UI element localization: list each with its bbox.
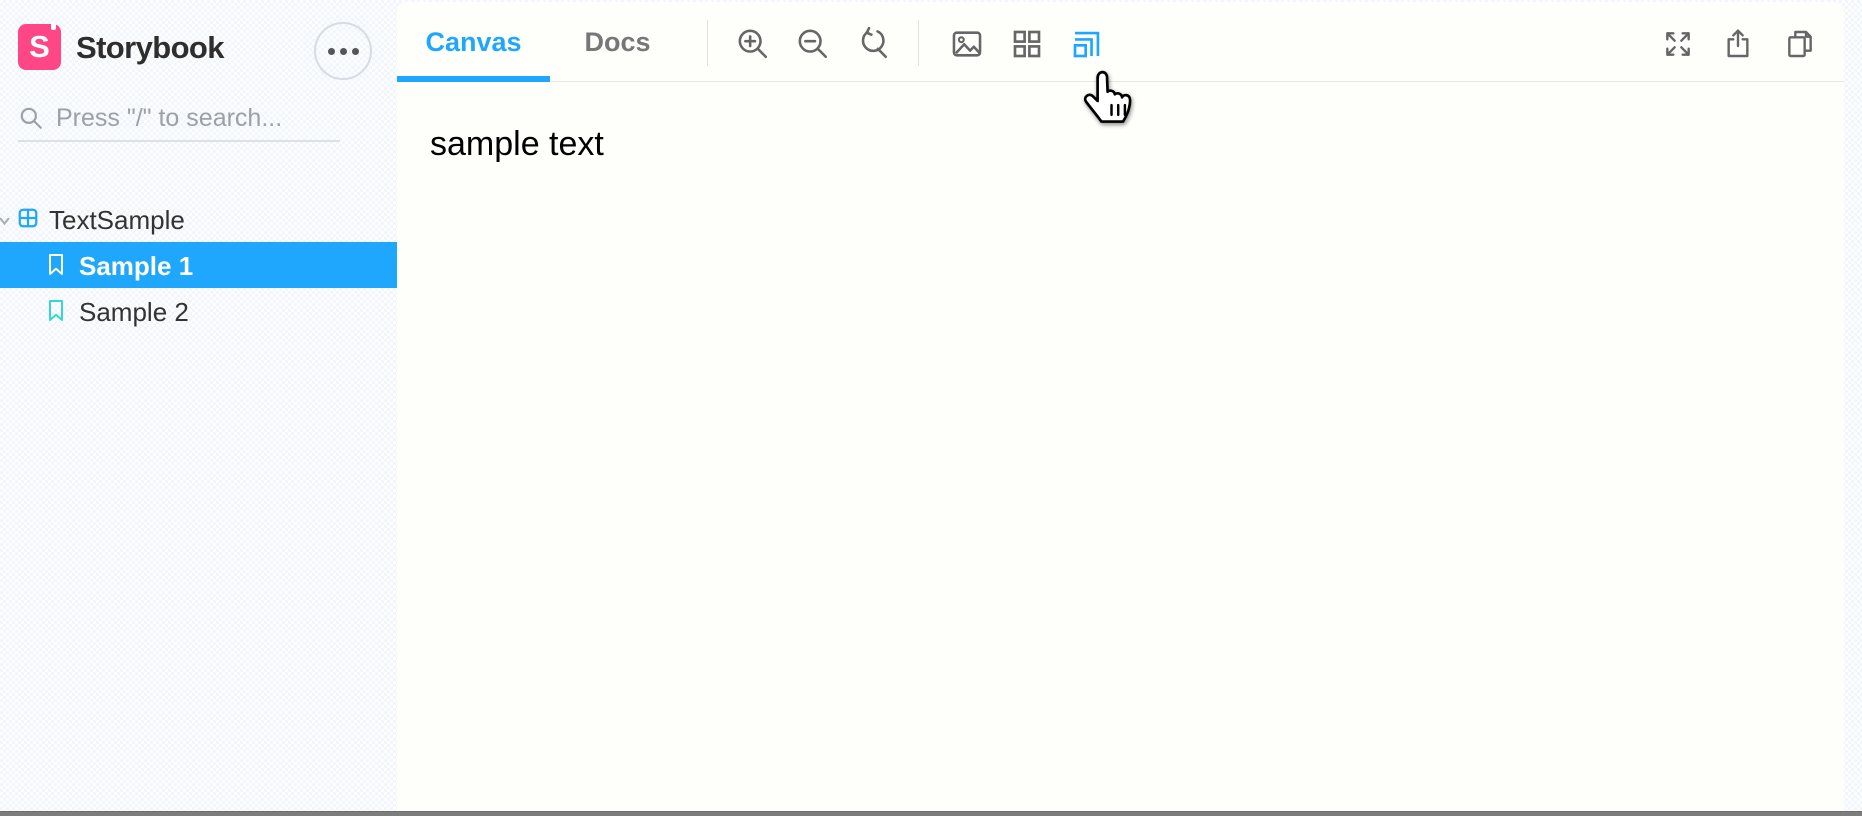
story-tree: TextSample Sample 1 Sample 2 bbox=[0, 196, 397, 334]
story-canvas: sample text bbox=[397, 83, 1844, 811]
backgrounds-button[interactable] bbox=[945, 22, 989, 66]
zoom-in-button[interactable] bbox=[731, 22, 775, 66]
zoom-reset-icon bbox=[861, 27, 888, 59]
zoom-out-button[interactable] bbox=[791, 22, 835, 66]
tree-item-label: TextSample bbox=[49, 205, 185, 235]
bookmark-icon bbox=[49, 254, 63, 275]
tree-item-sample-1[interactable]: Sample 1 bbox=[0, 242, 397, 288]
viewport-button[interactable] bbox=[1065, 22, 1109, 66]
search-icon bbox=[20, 107, 42, 129]
chevron-down-icon[interactable] bbox=[0, 213, 12, 228]
toolbar-divider bbox=[918, 20, 919, 66]
preview-toolbar: Canvas Docs bbox=[397, 2, 1844, 82]
tree-item-label: Sample 1 bbox=[79, 251, 194, 281]
search-input[interactable] bbox=[56, 103, 326, 133]
zoom-in-icon bbox=[738, 29, 768, 59]
zoom-out-icon bbox=[798, 29, 828, 59]
search-field[interactable] bbox=[18, 96, 340, 142]
image-icon bbox=[952, 31, 982, 57]
sidebar-header: S Storybook bbox=[18, 22, 387, 80]
share-export-icon bbox=[1727, 29, 1749, 58]
ellipsis-icon bbox=[327, 47, 335, 55]
expand-arrows-icon bbox=[1666, 32, 1690, 56]
component-grid-icon bbox=[18, 208, 38, 228]
tree-item-label: Sample 2 bbox=[79, 297, 189, 327]
story-rendered-text: sample text bbox=[430, 125, 604, 163]
copy-pages-icon bbox=[1788, 30, 1812, 58]
grow-viewport-icon bbox=[1073, 31, 1100, 58]
app-title: Storybook bbox=[76, 30, 224, 65]
ellipsis-icon bbox=[351, 47, 359, 55]
toolbar-divider bbox=[707, 20, 708, 66]
grid-icon bbox=[1013, 30, 1041, 58]
share-button[interactable] bbox=[1716, 22, 1760, 66]
copy-link-button[interactable] bbox=[1778, 22, 1822, 66]
ellipsis-icon bbox=[339, 47, 347, 55]
grid-toggle-button[interactable] bbox=[1005, 22, 1049, 66]
tab-docs[interactable]: Docs bbox=[550, 2, 685, 82]
storybook-logo-icon: S bbox=[18, 22, 61, 70]
fullscreen-button[interactable] bbox=[1656, 22, 1700, 66]
bookmark-icon bbox=[49, 300, 63, 321]
tree-item-textsample[interactable]: TextSample bbox=[0, 196, 397, 242]
tree-item-sample-2[interactable]: Sample 2 bbox=[0, 288, 397, 334]
sidebar: S Storybook TextSample bbox=[0, 0, 397, 811]
tab-canvas[interactable]: Canvas bbox=[397, 2, 550, 82]
preview-panel: Canvas Docs sample text bbox=[397, 2, 1844, 811]
zoom-reset-button[interactable] bbox=[851, 22, 895, 66]
window-bottom-edge bbox=[0, 811, 1862, 816]
sidebar-menu-button[interactable] bbox=[314, 22, 372, 80]
